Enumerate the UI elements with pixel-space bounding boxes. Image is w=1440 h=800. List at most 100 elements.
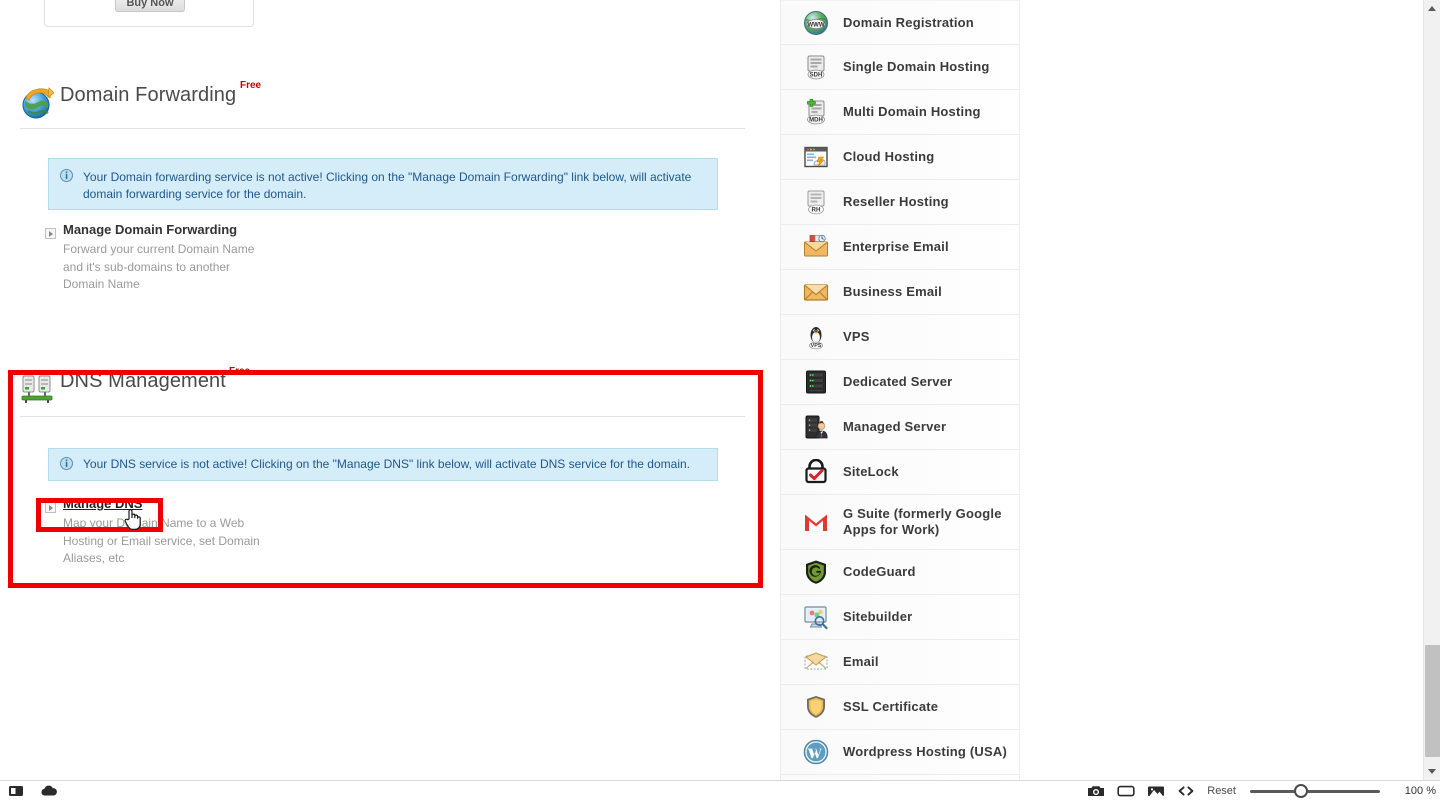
dns-management-header: DNS Management Free: [0, 366, 780, 417]
dedicated-server-icon: [803, 369, 829, 395]
sidebar-item-label: Single Domain Hosting: [843, 59, 990, 74]
divider: [20, 128, 745, 129]
code-icon[interactable]: [1177, 784, 1194, 798]
bottom-toolbar: Reset 100 %: [0, 780, 1440, 800]
sidebar-item-g-suite[interactable]: G Suite (formerly Google Apps for Work): [781, 495, 1019, 550]
chevron-right-icon: [45, 502, 56, 513]
vps-penguin-icon: VPS: [803, 324, 829, 350]
globe-www-icon: WWW: [803, 10, 829, 36]
reset-zoom-button[interactable]: Reset: [1207, 785, 1236, 797]
section-domain-forwarding: Domain Forwarding Free Your Domain forwa…: [0, 80, 780, 291]
zoom-slider-track: [1250, 789, 1380, 793]
manage-dns-description: Map your Domain Name to a Web Hosting or…: [63, 516, 260, 565]
svg-text:WWW: WWW: [808, 22, 825, 28]
cloud-hosting-icon: [803, 144, 829, 170]
empty-right-gutter: [1021, 0, 1415, 780]
sidebar-item-reseller-hosting[interactable]: RH Reseller Hosting: [781, 180, 1019, 225]
sidebar-item-label: Enterprise Email: [843, 239, 949, 254]
sidebar-item-multi-domain-hosting[interactable]: MDH Multi Domain Hosting: [781, 90, 1019, 135]
sidebar-item-managed-server[interactable]: Managed Server: [781, 405, 1019, 450]
scroll-up-button[interactable]: [1424, 0, 1440, 17]
domain-forwarding-title: Domain Forwarding: [60, 84, 237, 106]
product-sidebar[interactable]: WWW Domain Registration SDH Single Domai…: [780, 0, 1020, 780]
dns-management-notice: Your DNS service is not active! Clicking…: [48, 448, 718, 481]
sidebar-item-domain-registration[interactable]: WWW Domain Registration: [781, 0, 1019, 45]
zoom-level-label: 100 %: [1404, 784, 1436, 797]
sidebar-item-label: Managed Server: [843, 419, 947, 434]
sidebar-item-label: Email: [843, 654, 879, 669]
chevron-right-icon: [45, 228, 56, 239]
buy-now-button[interactable]: Buy Now: [115, 0, 185, 12]
sidebar-item-sitelock[interactable]: SiteLock: [781, 450, 1019, 495]
sidebar-item-label: CodeGuard: [843, 564, 916, 579]
domain-forwarding-notice: Your Domain forwarding service is not ac…: [48, 158, 718, 210]
dns-management-free-badge: Free: [229, 366, 251, 377]
sidebar-item-label: SiteLock: [843, 464, 899, 479]
scrollbar-thumb[interactable]: [1425, 645, 1440, 757]
email-envelope-icon: [803, 649, 829, 675]
contrast-icon[interactable]: [8, 784, 24, 798]
sidebar-item-single-domain-hosting[interactable]: SDH Single Domain Hosting: [781, 45, 1019, 90]
sitelock-icon: [803, 458, 829, 485]
sidebar-item-label: Multi Domain Hosting: [843, 104, 981, 119]
globe-arrow-icon: [20, 86, 55, 120]
sidebar-item-label: VPS: [843, 329, 870, 344]
sidebar-item-label: Sitebuilder: [843, 609, 913, 624]
sidebar-item-vps[interactable]: VPS VPS: [781, 315, 1019, 360]
svg-text:SDH: SDH: [810, 73, 823, 79]
server-sdh-icon: SDH: [803, 54, 829, 80]
sidebar-item-email[interactable]: Email: [781, 640, 1019, 685]
sidebar-item-ssl-certificate[interactable]: SSL Certificate: [781, 685, 1019, 730]
sidebar-item-label: Domain Registration: [843, 14, 974, 30]
sidebar-item-enterprise-email[interactable]: Enterprise Email: [781, 225, 1019, 270]
server-mdh-icon: MDH: [803, 98, 829, 125]
server-rh-icon: RH: [803, 189, 829, 215]
domain-forwarding-free-badge: Free: [240, 80, 262, 91]
caret-up-icon: [1428, 6, 1436, 11]
sidebar-item-label: Business Email: [843, 284, 942, 299]
sidebar-item-label: Reseller Hosting: [843, 194, 949, 209]
sidebar-item-cloud-hosting[interactable]: Cloud Hosting: [781, 135, 1019, 180]
camera-icon[interactable]: [1087, 784, 1105, 798]
caret-down-icon: [1428, 769, 1436, 774]
toolbar-right-group: Reset 100 %: [1087, 783, 1436, 798]
svg-text:RH: RH: [812, 207, 821, 214]
enterprise-email-icon: [803, 234, 829, 260]
sidebar-item-dedicated-server[interactable]: Dedicated Server: [781, 360, 1019, 405]
sidebar-item-wordpress-hosting-usa[interactable]: Wordpress Hosting (USA): [781, 730, 1019, 775]
zoom-slider-knob[interactable]: [1294, 783, 1308, 798]
sidebar-item-label: Dedicated Server: [843, 374, 953, 389]
info-icon: [60, 169, 73, 182]
divider: [20, 416, 745, 417]
sidebar-item-label: G Suite (formerly Google Apps for Work): [843, 506, 1002, 537]
scroll-viewport: Buy Now Domain Forwarding Free Your Doma…: [0, 0, 1440, 780]
managed-server-icon: [803, 414, 829, 440]
sitebuilder-monitor-icon: [803, 604, 829, 630]
sidebar-item-codeguard[interactable]: CodeGuard: [781, 550, 1019, 595]
info-icon: [60, 457, 73, 470]
sidebar-item-business-email[interactable]: Business Email: [781, 270, 1019, 315]
sidebar-item-label: SSL Certificate: [843, 699, 939, 714]
section-dns-management: DNS Management Free Your DNS service is …: [0, 366, 780, 565]
dns-management-title: DNS Management: [60, 370, 226, 392]
cloud-icon[interactable]: [40, 784, 57, 798]
rectangle-icon[interactable]: [1117, 784, 1135, 798]
svg-text:VPS: VPS: [811, 343, 822, 349]
toolbar-left-group: [8, 784, 57, 798]
scroll-down-button[interactable]: [1424, 763, 1440, 780]
dns-servers-icon: [20, 372, 54, 406]
domain-forwarding-notice-text: Your Domain forwarding service is not ac…: [83, 170, 692, 201]
envelope-icon: [803, 279, 829, 305]
domain-forwarding-header: Domain Forwarding Free: [0, 80, 780, 130]
sidebar-item-sitebuilder[interactable]: Sitebuilder: [781, 595, 1019, 640]
sidebar-item-label: Wordpress Hosting (USA): [843, 744, 1007, 759]
vertical-scrollbar[interactable]: [1423, 0, 1440, 780]
partial-product-card: Buy Now: [44, 0, 254, 27]
mouse-cursor-pointer: [124, 508, 142, 530]
manage-domain-forwarding-link[interactable]: Manage Domain Forwarding: [63, 222, 237, 237]
zoom-slider[interactable]: [1250, 783, 1380, 798]
image-icon[interactable]: [1147, 784, 1165, 798]
ssl-shield-icon: [803, 694, 829, 720]
manage-domain-forwarding-description: Forward your current Domain Name and it'…: [63, 242, 255, 291]
page-root: Buy Now Domain Forwarding Free Your Doma…: [0, 0, 1440, 800]
